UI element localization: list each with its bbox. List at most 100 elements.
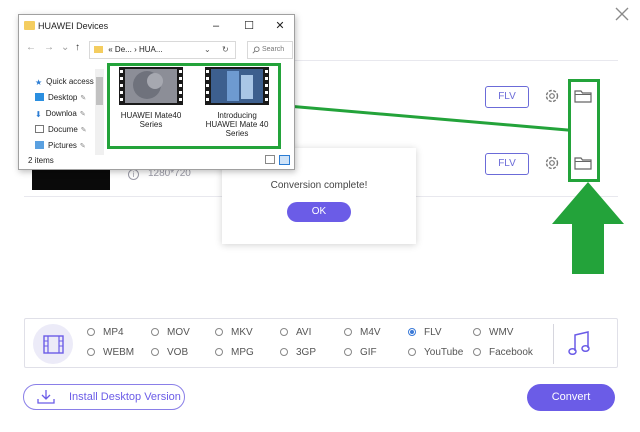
address-segment[interactable]: De... (115, 45, 132, 54)
gear-icon[interactable] (543, 154, 561, 172)
format-label: VOB (167, 347, 189, 358)
minimize-icon[interactable]: – (209, 19, 223, 33)
radio-button[interactable] (87, 348, 95, 356)
refresh-icon[interactable]: ↻ (222, 42, 229, 58)
radio-button[interactable] (215, 348, 223, 356)
address-overflow: « (108, 45, 113, 54)
music-note-icon[interactable] (567, 331, 591, 357)
close-icon[interactable]: ✕ (273, 19, 287, 33)
forward-arrow-icon[interactable]: → (44, 42, 54, 53)
format-label: MOV (167, 327, 190, 338)
navpane-scrollbar[interactable] (95, 69, 104, 155)
format-label: YouTube (424, 347, 464, 358)
format-label: M4V (360, 327, 381, 338)
recent-chevron-icon[interactable]: ⌄ (61, 42, 69, 53)
format-option-wmv[interactable]: WMV (473, 327, 513, 338)
status-bar: 2 items (19, 153, 294, 169)
download-icon: ⬇ (35, 110, 42, 119)
ok-button[interactable]: OK (287, 202, 351, 222)
nav-item-desktop[interactable]: Desktop ✎ (35, 93, 86, 102)
folder-icon (24, 21, 35, 30)
nav-label: Downloa (45, 109, 77, 118)
format-option-mpg[interactable]: MPG (215, 347, 254, 358)
desktop-icon (35, 93, 44, 101)
details-view-icon[interactable] (265, 155, 275, 164)
radio-button[interactable] (473, 328, 481, 336)
format-label: Facebook (489, 347, 533, 358)
nav-item-documents[interactable]: Docume ✎ (35, 125, 87, 134)
search-input[interactable]: Search (247, 41, 293, 59)
pin-icon: ✎ (79, 143, 86, 150)
close-icon[interactable] (614, 6, 630, 22)
format-label: WMV (489, 327, 514, 338)
format-option-m4v[interactable]: M4V (344, 327, 381, 338)
nav-label: Docume (48, 125, 78, 134)
file-explorer-window: HUAWEI Devices – ☐ ✕ ← → ⌄ ↑ « De... › H… (18, 14, 295, 170)
format-option-facebook[interactable]: Facebook (473, 347, 533, 358)
annotation-highlight-box (107, 63, 281, 149)
radio-button[interactable] (344, 348, 352, 356)
pin-icon: ✎ (80, 127, 87, 134)
convert-button[interactable]: Convert (527, 384, 615, 411)
format-option-avi[interactable]: AVI (280, 327, 311, 338)
info-icon: i (128, 169, 139, 180)
up-arrow-icon (552, 182, 624, 274)
nav-label: Pictures (48, 141, 77, 150)
radio-button[interactable] (215, 328, 223, 336)
scrollbar-thumb[interactable] (96, 77, 103, 105)
format-option-3gp[interactable]: 3GP (280, 347, 316, 358)
item-count: 2 items (28, 156, 54, 165)
download-icon (37, 390, 55, 404)
row1-format-button[interactable]: FLV (485, 86, 529, 108)
format-label: MKV (231, 327, 253, 338)
nav-item-pictures[interactable]: Pictures ✎ (35, 141, 86, 150)
format-option-youtube[interactable]: YouTube (408, 347, 463, 358)
radio-button[interactable] (280, 348, 288, 356)
address-bar[interactable]: « De... › HUA... ⌄ ↻ (89, 41, 236, 59)
explorer-titlebar: HUAWEI Devices – ☐ ✕ (19, 15, 294, 39)
install-desktop-button[interactable]: Install Desktop Version (23, 384, 185, 410)
explorer-title: HUAWEI Devices (38, 21, 109, 31)
format-panel: MP4 MOV MKV AVI M4V FLV WMV WEBM VOB MPG… (24, 318, 618, 368)
format-label: GIF (360, 347, 377, 358)
pin-icon: ✎ (79, 111, 86, 118)
radio-button[interactable] (408, 348, 416, 356)
radio-button[interactable] (280, 328, 288, 336)
format-label: 3GP (296, 347, 317, 358)
film-icon (43, 335, 64, 354)
nav-label: Desktop (48, 93, 78, 102)
up-arrow-icon[interactable]: ↑ (75, 42, 80, 53)
folder-icon (94, 46, 103, 53)
format-label: AVI (296, 327, 312, 338)
nav-label: Quick access (46, 77, 94, 86)
row2-format-button[interactable]: FLV (485, 153, 529, 175)
radio-button[interactable] (151, 348, 159, 356)
format-option-mp4[interactable]: MP4 (87, 327, 124, 338)
back-arrow-icon[interactable]: ← (26, 42, 36, 53)
chevron-down-icon[interactable]: ⌄ (204, 42, 211, 58)
nav-item-quick-access[interactable]: ★ Quick access (35, 77, 94, 87)
radio-button[interactable] (344, 328, 352, 336)
document-icon (35, 125, 44, 133)
format-option-flv[interactable]: FLV (408, 327, 442, 338)
install-label: Install Desktop Version (69, 391, 181, 403)
format-option-webm[interactable]: WEBM (87, 347, 134, 358)
format-option-vob[interactable]: VOB (151, 347, 188, 358)
explorer-navbar: ← → ⌄ ↑ « De... › HUA... ⌄ ↻ Search (19, 39, 294, 61)
address-segment[interactable]: HUA... (139, 45, 163, 54)
format-option-gif[interactable]: GIF (344, 347, 377, 358)
radio-button[interactable] (473, 348, 481, 356)
video-format-tab[interactable] (33, 324, 73, 364)
format-option-mkv[interactable]: MKV (215, 327, 253, 338)
gear-icon[interactable] (543, 87, 561, 105)
radio-button-selected[interactable] (408, 328, 416, 336)
large-icons-view-icon[interactable] (279, 155, 290, 165)
format-option-mov[interactable]: MOV (151, 327, 190, 338)
radio-button[interactable] (151, 328, 159, 336)
nav-item-downloads[interactable]: ⬇ Downloa ✎ (35, 109, 86, 119)
maximize-icon[interactable]: ☐ (242, 19, 256, 33)
format-label: FLV (424, 327, 442, 338)
radio-button[interactable] (87, 328, 95, 336)
search-placeholder: Search (262, 46, 285, 53)
annotation-highlight-box (568, 79, 600, 182)
